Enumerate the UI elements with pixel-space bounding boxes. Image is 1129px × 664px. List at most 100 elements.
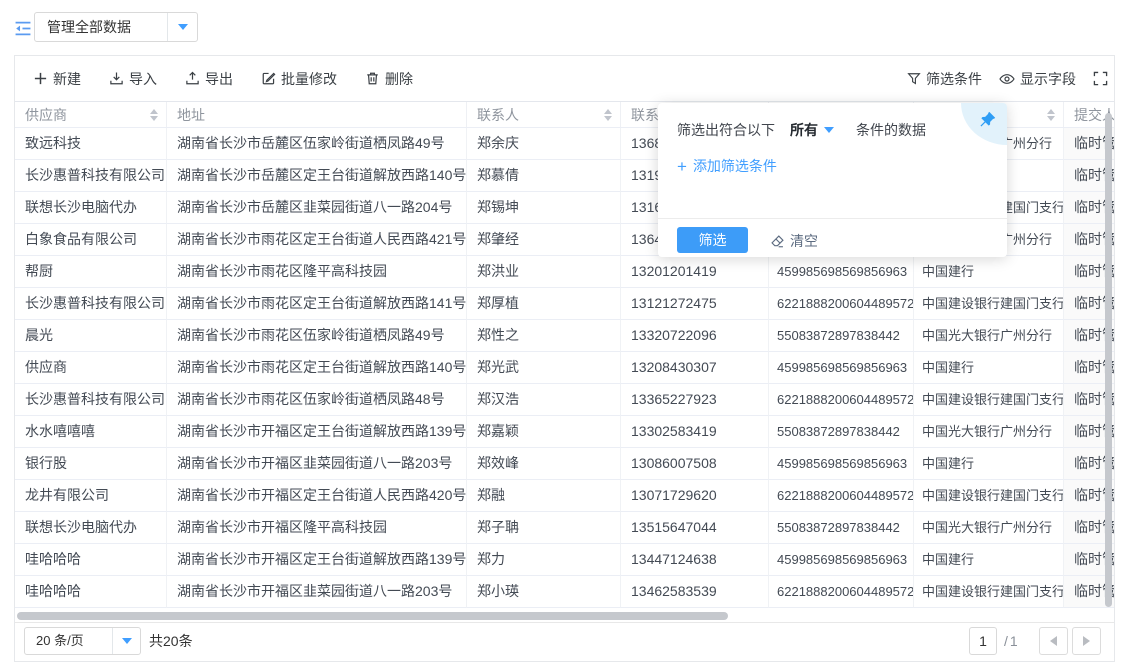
table-cell: 湖南省长沙市岳麓区伍家岭街道栖凤路49号 [167,128,467,160]
table-cell: 致远科技 [15,128,167,160]
table-cell: 郑嘉颖 [467,416,621,448]
table-row[interactable]: 银行股湖南省长沙市开福区韭菜园街道八一路203号郑效峰1308600750845… [15,448,1114,480]
pushpin-icon[interactable] [979,111,996,133]
delete-button[interactable]: 删除 [365,69,413,89]
table-row[interactable]: 水水嘻嘻嘻湖南省长沙市开福区定王台街道解放西路139号郑嘉颖1330258341… [15,416,1114,448]
horizontal-scrollbar-thumb[interactable] [17,612,728,620]
table-cell: 13447124638 [621,544,769,576]
table-cell: 13121272475 [621,288,769,320]
table-cell: 13302583419 [621,416,769,448]
import-button-label: 导入 [129,69,157,89]
page-size-select[interactable]: 20 条/页 [24,627,141,655]
filter-conditions-button[interactable]: 筛选条件 [907,69,982,89]
table-cell: 13208430307 [621,352,769,384]
column-header-label: 地址 [177,105,205,125]
chevron-down-icon [122,638,132,644]
table-row[interactable]: 龙井有限公司湖南省长沙市开福区定王台街道人民西路420号郑融1307172962… [15,480,1114,512]
sort-carets-icon[interactable] [604,109,612,121]
table-cell: 郑小瑛 [467,576,621,608]
table-cell: 459985698569856963 [769,352,914,384]
table-cell: 中国建行 [914,352,1064,384]
table-row[interactable]: 联想长沙电脑代办湖南省长沙市开福区隆平高科技园郑子聃13515647044550… [15,512,1114,544]
filter-mode-select[interactable]: 所有 [790,120,818,140]
table-cell: 水水嘻嘻嘻 [15,416,167,448]
table-cell: 中国建行 [914,256,1064,288]
column-header[interactable]: 供应商 [15,102,167,127]
view-selector-caret[interactable] [167,13,197,41]
table-cell: 联想长沙电脑代办 [15,512,167,544]
filter-prefix-text: 筛选出符合以下 [677,120,775,140]
apply-filter-button[interactable]: 筛选 [677,227,748,253]
table-cell: 中国建设银行建国门支行 [914,384,1064,416]
table-cell: 湖南省长沙市开福区韭菜园街道八一路203号 [167,576,467,608]
table-cell: 湖南省长沙市雨花区伍家岭街道栖凤路49号 [167,320,467,352]
table-cell: 中国建设银行建国门支行 [914,288,1064,320]
vertical-scrollbar-thumb[interactable] [1105,113,1112,607]
filter-suffix-text: 条件的数据 [856,120,926,140]
table-cell: 中国光大银行广州分行 [914,416,1064,448]
table-cell: 13201201419 [621,256,769,288]
table-cell: 459985698569856963 [769,544,914,576]
table-cell: 长沙惠普科技有限公司 [15,384,167,416]
table-cell: 湖南省长沙市雨花区伍家岭街道栖凤路48号 [167,384,467,416]
table-row[interactable]: 长沙惠普科技有限公司湖南省长沙市雨花区定王台街道解放西路141号郑厚植13121… [15,288,1114,320]
table-cell: 湖南省长沙市岳麓区定王台街道解放西路140号 [167,160,467,192]
total-pages: /1 [1004,627,1020,655]
page-size-caret[interactable] [112,628,140,654]
table-cell: 帮厨 [15,256,167,288]
table-row[interactable]: 哇哈哈哈湖南省长沙市开福区定王台街道解放西路139号郑力134471246384… [15,544,1114,576]
table-cell: 中国光大银行广州分行 [914,512,1064,544]
eraser-icon [770,234,785,249]
column-header[interactable]: 联系人 [467,102,621,127]
sort-carets-icon[interactable] [1047,109,1055,121]
table-cell: 哇哈哈哈 [15,576,167,608]
table-cell: 6221888200604489572 [769,384,914,416]
fullscreen-button[interactable] [1093,71,1108,86]
next-page-button[interactable] [1072,627,1101,655]
page-number-input[interactable]: 1 [969,627,997,655]
add-filter-condition-link[interactable]: + 添加筛选条件 [677,156,777,176]
table-cell: 55083872897838442 [769,416,914,448]
view-selector-label: 管理全部数据 [35,13,167,41]
total-count: 共20条 [149,627,193,655]
menu-collapse-icon[interactable] [13,20,33,42]
table-cell: 13071729620 [621,480,769,512]
clear-filter-button[interactable]: 清空 [770,231,818,251]
arrow-down-tray-icon [109,71,124,86]
table-cell: 联想长沙电脑代办 [15,192,167,224]
table-cell: 湖南省长沙市雨花区定王台街道解放西路141号 [167,288,467,320]
table-cell: 13086007508 [621,448,769,480]
batch-edit-button-label: 批量修改 [281,69,337,89]
import-button[interactable]: 导入 [109,69,157,89]
table-row[interactable]: 晨光湖南省长沙市雨花区伍家岭街道栖凤路49号郑性之133207220965508… [15,320,1114,352]
table-cell: 湖南省长沙市开福区定王台街道人民西路420号 [167,480,467,512]
table-row[interactable]: 供应商湖南省长沙市雨花区定王台街道解放西路140号郑光武132084303074… [15,352,1114,384]
table-row[interactable]: 哇哈哈哈湖南省长沙市开福区韭菜园街道八一路203号郑小瑛134625835396… [15,576,1114,608]
table-cell: 13320722096 [621,320,769,352]
new-button[interactable]: 新建 [33,69,81,89]
delete-button-label: 删除 [385,69,413,89]
prev-page-button[interactable] [1039,627,1068,655]
add-filter-condition-label: 添加筛选条件 [693,156,777,176]
eye-icon [999,73,1015,85]
table-cell: 湖南省长沙市雨花区隆平高科技园 [167,256,467,288]
table-row[interactable]: 帮厨湖南省长沙市雨花区隆平高科技园郑洪业13201201419459985698… [15,256,1114,288]
table-cell: 郑厚植 [467,288,621,320]
expand-icon [1093,71,1108,86]
view-selector[interactable]: 管理全部数据 [34,12,198,42]
plus-icon [33,71,48,86]
trash-icon [365,71,380,86]
display-fields-button[interactable]: 显示字段 [999,69,1076,89]
table-row[interactable]: 长沙惠普科技有限公司湖南省长沙市雨花区伍家岭街道栖凤路48号郑汉浩1336522… [15,384,1114,416]
table-cell: 13462583539 [621,576,769,608]
batch-edit-button[interactable]: 批量修改 [261,69,337,89]
chevron-down-icon[interactable] [824,127,834,133]
table-cell: 郑洪业 [467,256,621,288]
filter-popup: 筛选出符合以下 所有 条件的数据 + 添加筛选条件 筛选 清空 [658,103,1007,257]
column-header[interactable]: 地址 [167,102,467,127]
arrow-up-tray-icon [185,71,200,86]
column-header-label: 联系人 [477,105,519,125]
export-button[interactable]: 导出 [185,69,233,89]
pagination-bar: 20 条/页 共20条 1 /1 [15,622,1114,662]
sort-carets-icon[interactable] [150,109,158,121]
